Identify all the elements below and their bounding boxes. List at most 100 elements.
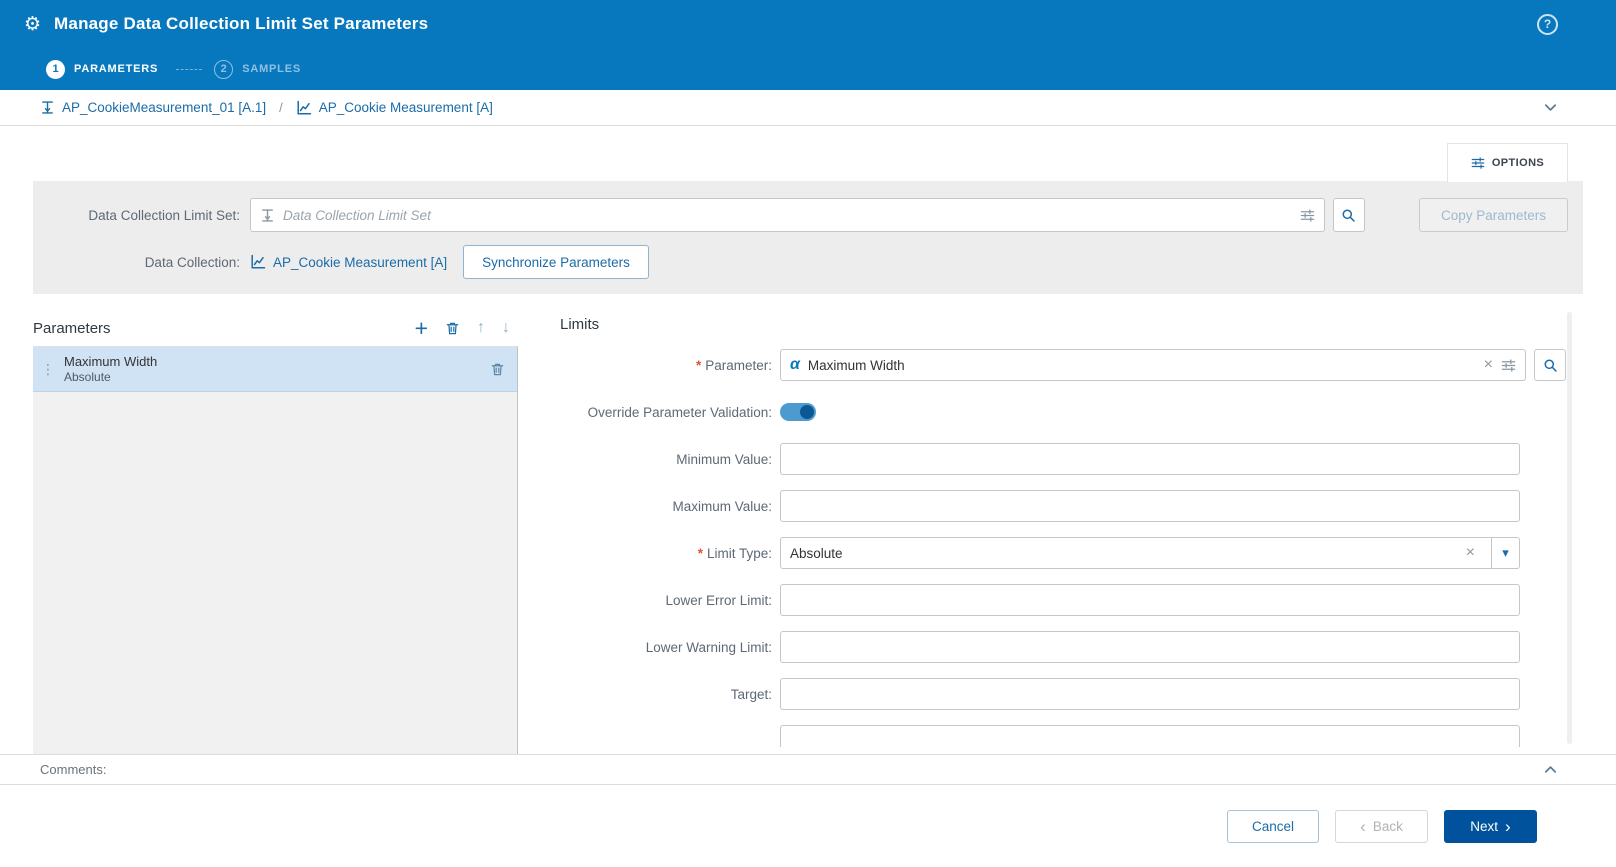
limit-type-control: Absolute × ▾ [780,537,1566,569]
parameter-row: * Parameter: α Maximum Width × [560,349,1566,381]
parameters-actions: + ↑ ↓ [415,316,510,340]
data-collection-icon [296,100,312,116]
lower-error-limit-label: Lower Error Limit: [665,592,772,608]
breadcrumb-data-collection-link[interactable]: AP_Cookie Measurement [A] [319,100,493,115]
add-parameter-button[interactable]: + [415,316,428,340]
clear-icon[interactable]: × [1466,545,1475,561]
target-label: Target: [730,686,772,702]
limit-set-icon [40,100,55,115]
clipped-input[interactable] [780,725,1520,747]
step-label: SAMPLES [242,63,301,75]
required-marker: * [697,545,703,561]
clear-icon[interactable]: × [1484,357,1493,373]
clipped-row [560,725,1566,747]
parameter-item-limit-type: Absolute [64,370,111,384]
minimum-value-input[interactable] [780,443,1520,475]
override-validation-row: Override Parameter Validation: [560,396,1566,428]
step-samples[interactable]: 2 SAMPLES [214,59,301,79]
sliders-icon[interactable] [1300,208,1315,223]
copy-parameters-button[interactable]: Copy Parameters [1418,198,1568,232]
breadcrumb: AP_CookieMeasurement_01 [A.1] / AP_Cooki… [0,90,1616,126]
limit-type-dropdown[interactable]: Absolute × ▾ [780,537,1520,569]
help-button[interactable]: ? [1537,13,1558,35]
title-bar: ⚙ Manage Data Collection Limit Set Param… [0,0,1616,48]
parameters-title: Parameters [33,319,111,337]
maximum-value-input[interactable] [780,490,1520,522]
step-parameters[interactable]: 1 PARAMETERS [46,59,159,79]
parameter-field[interactable]: α Maximum Width × [780,349,1526,381]
limit-set-row: Data Collection Limit Set: Copy Paramete… [48,198,1568,232]
cancel-button[interactable]: Cancel [1227,809,1319,843]
minimum-value-row: Minimum Value: [560,443,1566,475]
data-collection-row: Data Collection: AP_Cookie Measurement [… [48,245,1568,279]
back-button[interactable]: ‹ Back [1335,809,1428,843]
wizard-steps: 1 PARAMETERS 2 SAMPLES [0,48,1616,90]
parameter-alpha-icon: α [790,356,800,373]
help-icon: ? [1543,17,1552,31]
comments-bar[interactable]: Comments: [0,754,1616,785]
limit-set-search-button[interactable] [1332,198,1365,232]
data-collection-link[interactable]: AP_Cookie Measurement [A] [273,255,447,270]
comments-label: Comments: [40,762,107,777]
chevron-down-icon[interactable] [1543,100,1558,115]
toggle-knob [800,405,814,419]
override-validation-toggle[interactable] [780,403,816,421]
parameter-item-name: Maximum Width [64,354,158,369]
step-label: PARAMETERS [74,63,159,75]
caret-down-icon: ▾ [1502,545,1509,560]
chevron-left-icon: ‹ [1360,816,1366,836]
move-up-button[interactable]: ↑ [477,320,485,336]
wizard-body: OPTIONS Data Collection Limit Set: Data … [0,126,1616,754]
footer-actions: Cancel ‹ Back Next › [0,785,1616,867]
back-button-label: Back [1372,818,1403,834]
panels-area: Parameters + ↑ ↓ ⋮ Maximum Width Absolut… [33,310,1583,754]
limit-type-label-text: Limit Type: [706,545,772,561]
lower-warning-limit-input[interactable] [780,631,1520,663]
step-connector [176,68,203,70]
vertical-scrollbar[interactable] [1567,312,1572,744]
limit-type-row: * Limit Type: Absolute × ▾ [560,537,1566,569]
options-tab[interactable]: OPTIONS [1447,143,1568,182]
parameters-list: ⋮ Maximum Width Absolute [33,346,518,754]
manage-limit-set-window: ⚙ Manage Data Collection Limit Set Param… [0,0,1616,867]
parameter-value: Maximum Width [807,357,905,373]
lower-error-limit-input[interactable] [780,584,1520,616]
drag-handle-icon[interactable]: ⋮ [41,361,55,378]
limit-set-form: Data Collection Limit Set: Copy Paramete… [33,181,1583,294]
limit-set-input[interactable] [283,207,1292,223]
breadcrumb-separator: / [279,100,283,115]
step-number: 2 [214,59,234,79]
limit-type-label: * Limit Type: [560,546,772,561]
dropdown-caret-button[interactable]: ▾ [1491,538,1519,568]
limit-set-icon [260,208,275,223]
lower-warning-limit-row: Lower Warning Limit: [560,631,1566,663]
breadcrumb-limit-set-link[interactable]: AP_CookieMeasurement_01 [A.1] [62,100,266,115]
limit-type-value: Absolute [790,545,843,561]
sliders-icon[interactable] [1501,358,1516,373]
parameters-toolbar: Parameters + ↑ ↓ [33,310,518,346]
override-validation-control [780,403,1566,421]
limits-panel: Limits * Parameter: α Maximum Width × Ov… [560,310,1583,747]
parameter-search-button[interactable] [1534,349,1566,381]
delete-parameter-button[interactable] [445,321,460,336]
target-input[interactable] [780,678,1520,710]
synchronize-parameters-button[interactable]: Synchronize Parameters [463,245,649,279]
parameter-list-item[interactable]: ⋮ Maximum Width Absolute [33,347,517,392]
parameter-label-text: Parameter: [705,357,772,373]
limits-title: Limits [560,316,600,333]
sliders-icon [1471,156,1485,170]
override-validation-label: Override Parameter Validation: [587,404,772,420]
limit-set-field[interactable] [250,198,1325,232]
move-down-button[interactable]: ↓ [502,320,510,336]
next-button[interactable]: Next › [1444,809,1537,843]
target-row: Target: [560,678,1566,710]
parameter-label: * Parameter: [560,358,772,373]
delete-item-button[interactable] [490,362,505,377]
chevron-up-icon[interactable] [1543,762,1558,777]
lower-warning-limit-label: Lower Warning Limit: [645,639,772,655]
step-number: 1 [46,59,65,79]
maximum-value-row: Maximum Value: [560,490,1566,522]
parameters-panel: Parameters + ↑ ↓ ⋮ Maximum Width Absolut… [33,310,518,754]
limit-set-label: Data Collection Limit Set: [88,207,240,223]
minimum-value-label: Minimum Value: [676,451,772,467]
